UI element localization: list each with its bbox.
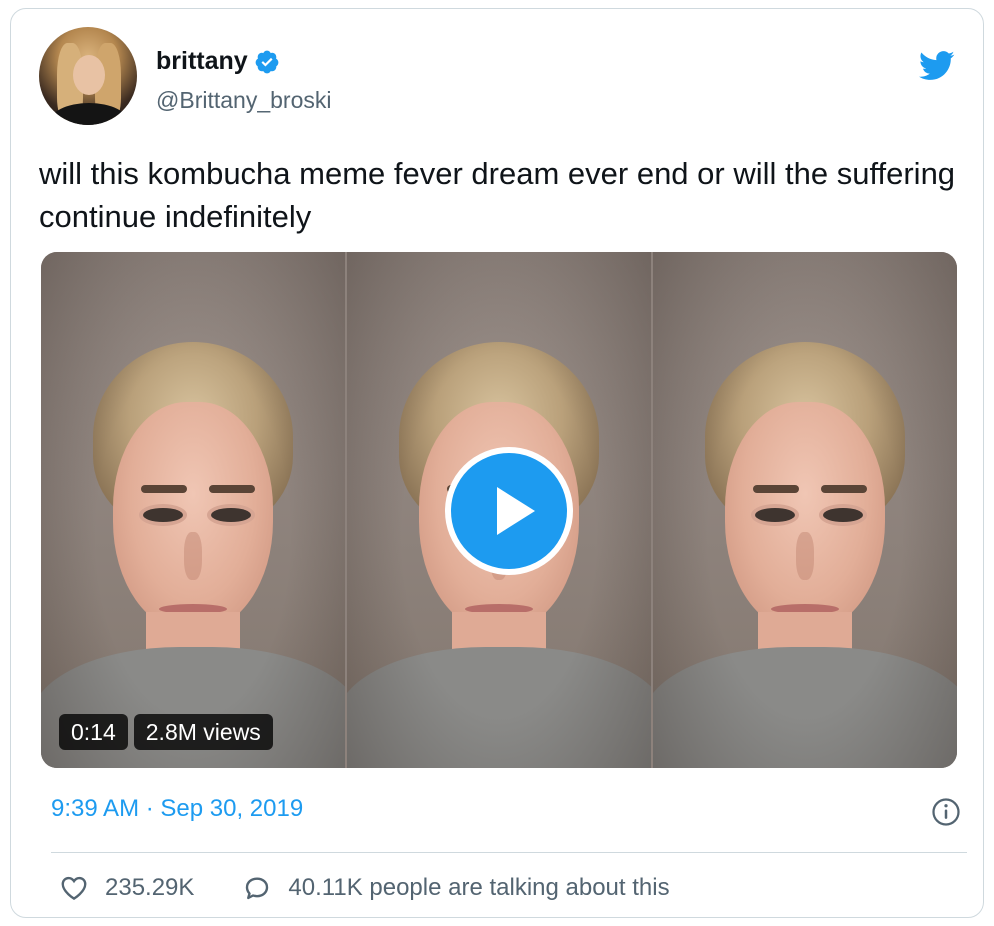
author-name[interactable]: brittany — [156, 47, 248, 76]
tweet-text: will this kombucha meme fever dream ever… — [39, 156, 956, 234]
tweet-card[interactable]: brittany @Brittany_broski will this komb… — [10, 8, 984, 918]
avatar-face — [73, 55, 105, 95]
author-name-row[interactable]: brittany — [156, 47, 280, 76]
video-duration: 0:14 — [59, 714, 128, 750]
heart-icon — [61, 876, 87, 901]
like-button[interactable]: 235.29K — [59, 873, 194, 903]
conversation-button[interactable]: 40.11K people are talking about this — [242, 873, 670, 903]
conversation-text: 40.11K people are talking about this — [288, 874, 670, 901]
info-icon[interactable] — [931, 797, 961, 827]
engagement-bar: 235.29K 40.11K people are talking about … — [59, 873, 670, 903]
video-badges: 0:14 2.8M views — [59, 714, 273, 750]
like-count: 235.29K — [105, 874, 195, 901]
twitter-bird-icon[interactable] — [919, 51, 955, 81]
video-views: 2.8M views — [133, 714, 273, 750]
video-frame-3 — [653, 252, 957, 768]
speech-bubble-icon — [246, 877, 269, 900]
video-frame-1 — [41, 252, 345, 768]
play-icon — [497, 487, 535, 535]
play-button[interactable] — [445, 447, 573, 575]
avatar[interactable] — [39, 27, 137, 125]
video-player[interactable] — [41, 252, 957, 768]
divider — [51, 852, 967, 853]
verified-badge-icon — [255, 50, 279, 73]
frame-vignette — [653, 252, 957, 768]
frame-vignette — [41, 252, 345, 768]
author-handle[interactable]: @Brittany_broski — [156, 87, 331, 114]
tweet-timestamp[interactable]: 9:39 AM · Sep 30, 2019 — [51, 795, 303, 823]
